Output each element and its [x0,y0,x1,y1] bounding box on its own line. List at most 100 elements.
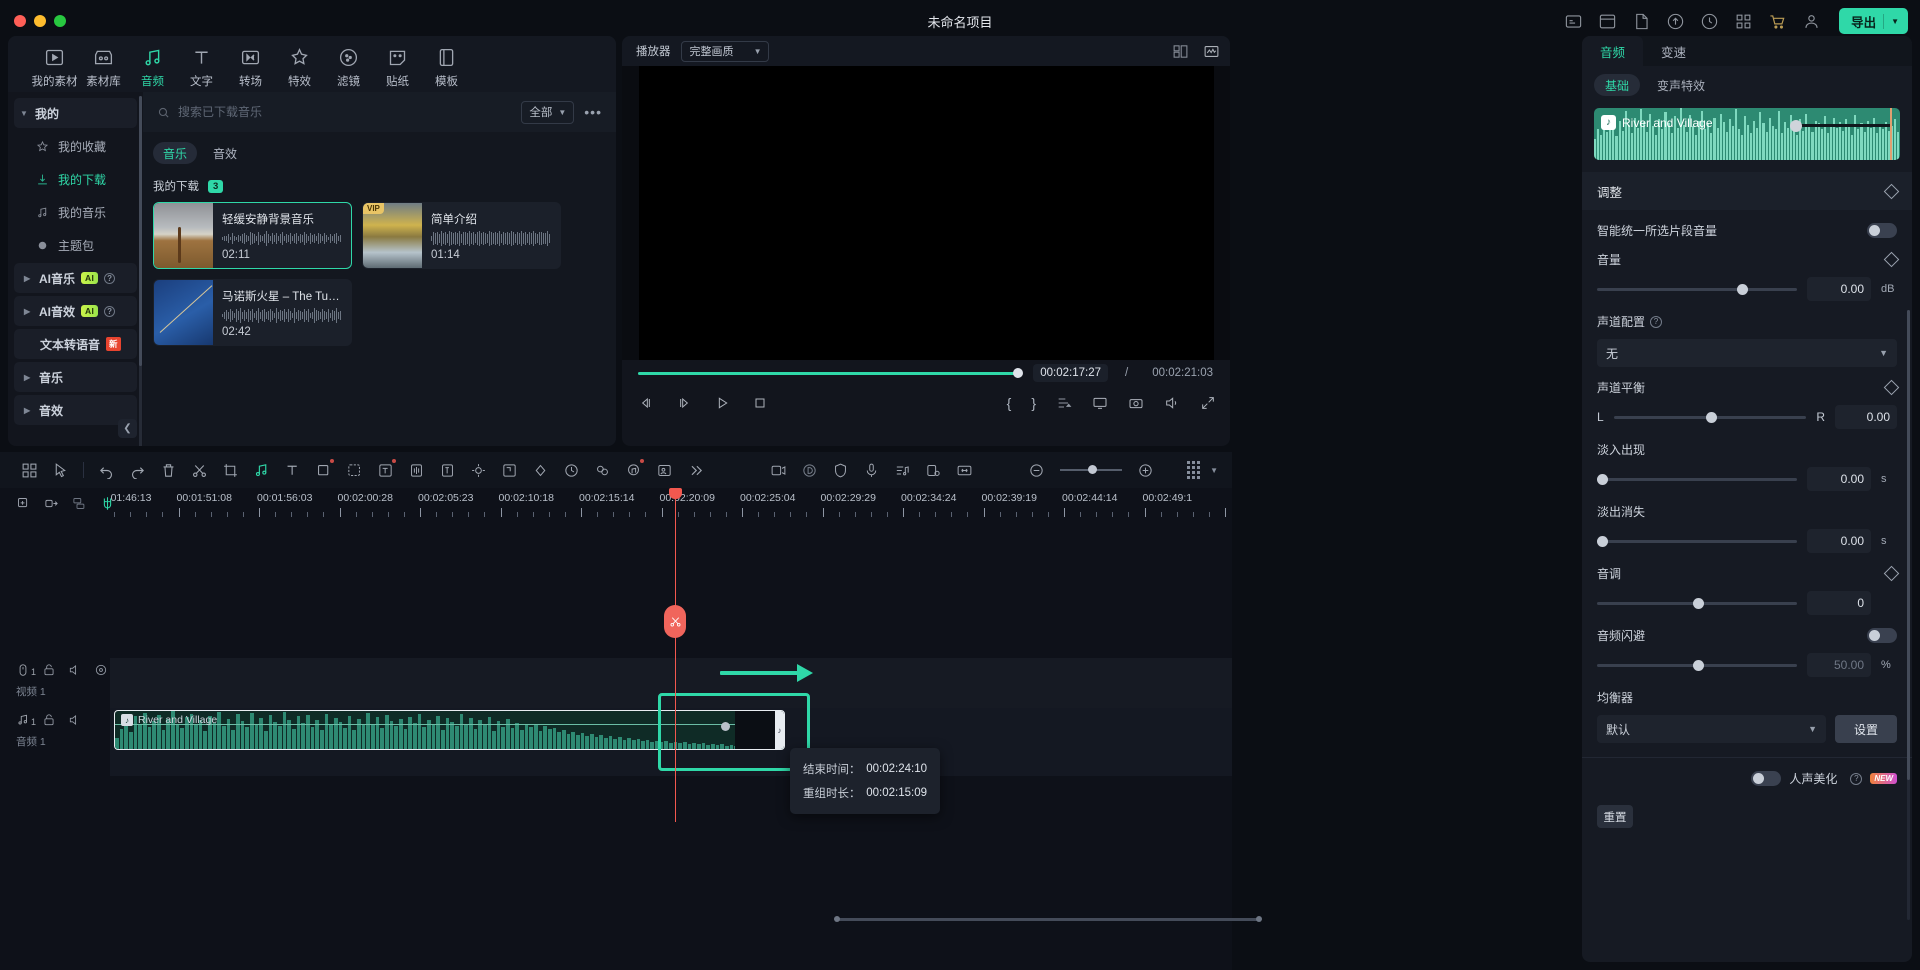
sidebar-item-downloads[interactable]: 我的下载 [14,164,137,194]
balance-value[interactable]: 0.00 [1835,405,1897,429]
subtab-music[interactable]: 音乐 [153,142,197,164]
help-icon[interactable]: ? [104,273,115,284]
tab-audio[interactable]: 音频 [128,40,177,92]
minimize-window-button[interactable] [34,15,46,27]
help-icon[interactable]: ? [104,306,115,317]
playback-scrubber[interactable] [638,372,1023,375]
undo-history-icon[interactable] [1699,11,1719,31]
undo-icon[interactable] [91,455,122,485]
current-timecode[interactable]: 00:02:17:27 [1033,364,1108,382]
fit-timeline-icon[interactable] [949,455,980,485]
filter-select[interactable]: 全部 ▼ [521,101,574,124]
timeline-hscrollbar[interactable] [836,916,1260,922]
mark-out-icon[interactable]: } [1031,395,1036,411]
tab-effects[interactable]: 特效 [275,40,324,92]
layout-icon[interactable] [14,455,45,485]
split-scissors-icon[interactable] [184,455,215,485]
hide-icon[interactable] [94,663,108,677]
track-manager-icon[interactable] [1187,461,1200,479]
equalizer-select[interactable]: 默认 ▼ [1597,715,1826,743]
play-icon[interactable] [714,395,730,411]
playhead-cap[interactable] [669,488,682,499]
grid-apps-icon[interactable] [1733,11,1753,31]
pitch-slider[interactable] [1597,602,1797,605]
add-clip-icon[interactable] [763,455,794,485]
fade-out-value[interactable]: 0.00 [1807,529,1871,553]
audio-clip-preview[interactable]: ♪ River and Village [1594,108,1900,160]
motion-track-icon[interactable] [463,455,494,485]
chevron-left-icon[interactable]: ❮ [118,419,137,438]
ducking-value[interactable]: 50.00 [1807,653,1871,677]
keyframe-icon[interactable] [1884,252,1900,268]
preview-scrubber[interactable] [1796,124,1892,127]
audio-stretch-icon[interactable] [401,455,432,485]
tab-stock-library[interactable]: 素材库 [79,40,128,92]
more-chevrons-icon[interactable] [680,455,711,485]
media-card[interactable]: 轻缓安静背景音乐 02:11 [153,202,352,269]
zoom-slider[interactable] [1060,469,1122,471]
volume-icon[interactable] [1164,395,1180,411]
properties-scrollbar[interactable] [1907,310,1910,920]
mic-icon[interactable] [856,455,887,485]
tab-speed[interactable]: 变速 [1643,36,1704,66]
sidebar-item-music[interactable]: ▶ 音乐 [14,362,137,392]
video-canvas[interactable] [639,66,1214,360]
lock-icon[interactable] [42,713,56,727]
text-tool-icon[interactable] [277,455,308,485]
maximize-window-button[interactable] [54,15,66,27]
subtab-sfx[interactable]: 音效 [203,142,247,164]
mark-in-icon[interactable]: { [1007,395,1012,411]
sidebar-item-mine[interactable]: ▼ 我的 [14,98,137,128]
sidebar-item-theme-pack[interactable]: 主题包 [14,230,137,260]
export-button[interactable]: 导出 ▼ [1839,8,1908,34]
volume-slider[interactable] [1597,288,1797,291]
window-controls[interactable] [14,15,66,27]
pill-basic[interactable]: 基础 [1594,74,1640,96]
record-icon[interactable] [794,455,825,485]
sidebar-item-tts[interactable]: 文本转语音 新 [14,329,137,359]
tab-my-media[interactable]: 我的素材 [30,40,79,92]
prev-frame-icon[interactable] [638,395,654,411]
pill-voice-effects[interactable]: 变声特效 [1646,74,1716,96]
lock-icon[interactable] [42,663,56,677]
chevron-down-icon[interactable]: ▼ [1891,17,1899,26]
fade-in-slider[interactable] [1597,478,1797,481]
stop-icon[interactable] [752,395,768,411]
keyframe-icon[interactable] [1884,183,1900,199]
tab-audio-properties[interactable]: 音频 [1582,36,1643,66]
reset-button[interactable]: 重置 [1597,805,1633,828]
sidebar-scrollbar[interactable] [139,96,142,446]
mask-tool-icon[interactable] [339,455,370,485]
preview-render-icon[interactable] [918,455,949,485]
help-icon[interactable]: ? [1650,316,1662,328]
link-clip-icon[interactable] [44,496,59,511]
tab-template[interactable]: 模板 [422,40,471,92]
cart-icon[interactable] [1767,11,1787,31]
media-card[interactable]: 马诺斯火星 – The Tun... 02:42 [153,279,352,346]
auto-reframe-icon[interactable] [494,455,525,485]
account-icon[interactable] [1801,11,1821,31]
volume-value[interactable]: 0.00 [1807,277,1871,301]
audio-detach-icon[interactable] [246,455,277,485]
progress-handle[interactable] [1013,368,1023,378]
save-icon[interactable] [1597,11,1617,31]
quality-select[interactable]: 完整画质 ▼ [681,41,769,62]
split-at-playhead-button[interactable] [664,605,686,638]
sidebar-item-ai-sfx[interactable]: ▶ AI音效 AI ? [14,296,137,326]
media-card[interactable]: VIP 简单介绍 01:14 [362,202,561,269]
playhead[interactable] [675,488,676,822]
fullscreen-icon[interactable] [1200,395,1216,411]
tab-sticker[interactable]: 贴纸 [373,40,422,92]
sidebar-item-ai-music[interactable]: ▶ AI音乐 AI ? [14,263,137,293]
delete-icon[interactable] [153,455,184,485]
ai-portrait-icon[interactable] [649,455,680,485]
add-track-icon[interactable] [16,496,31,511]
keyframe-icon[interactable] [1884,566,1900,582]
waveform-view-icon[interactable] [1203,43,1220,60]
next-frame-icon[interactable] [676,395,692,411]
snapshot-screen-icon[interactable] [1092,395,1108,411]
keyframe-icon[interactable] [1884,380,1900,396]
more-horizontal-icon[interactable]: ••• [582,104,604,120]
playlist-icon[interactable] [887,455,918,485]
help-icon[interactable]: ? [1850,773,1862,785]
